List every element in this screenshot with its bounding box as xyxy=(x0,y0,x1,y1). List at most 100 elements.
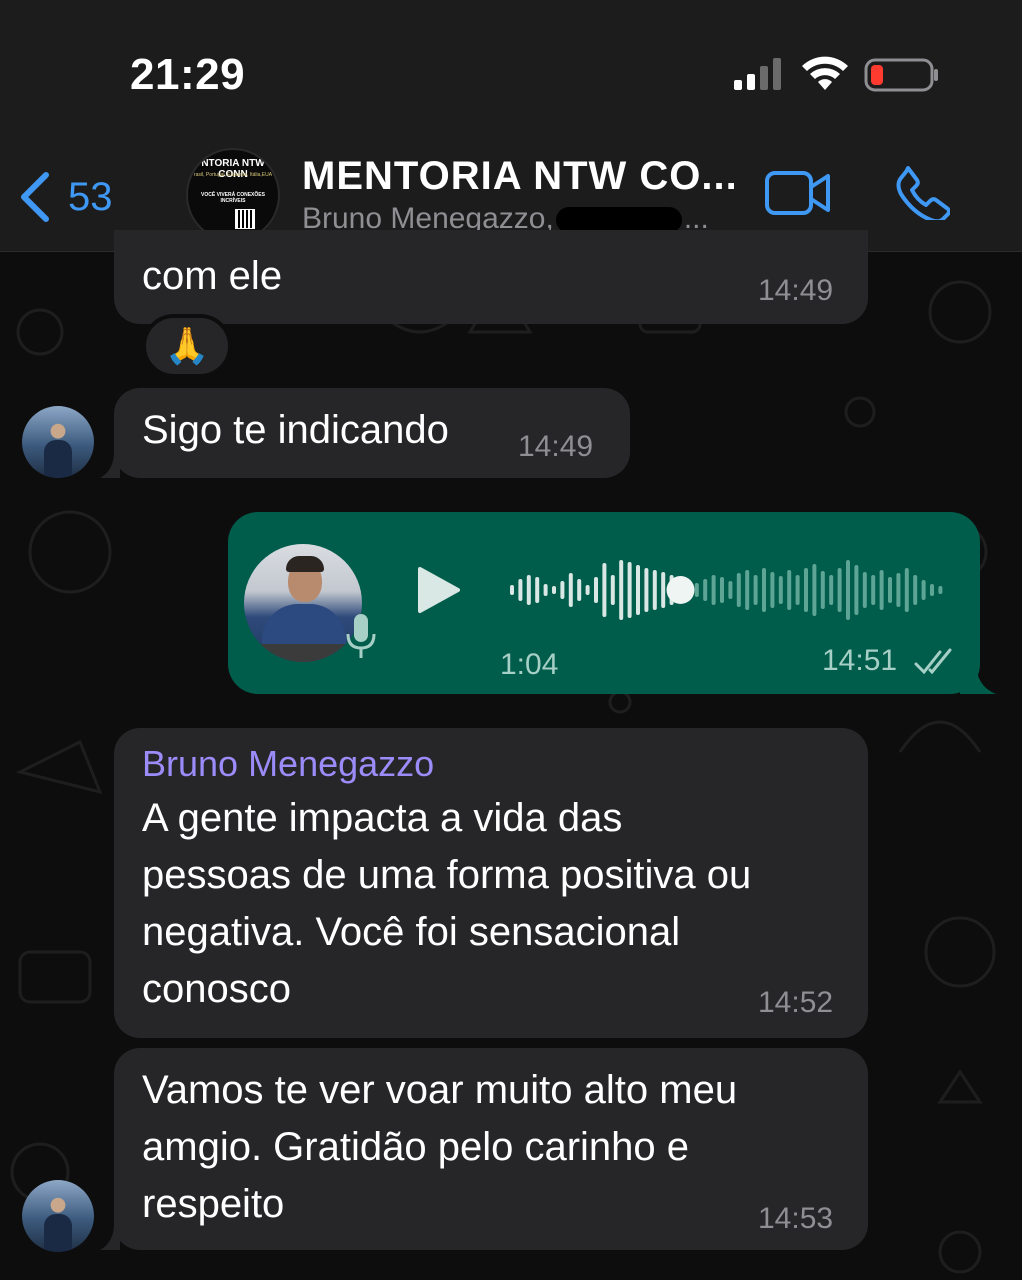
waveform-bar xyxy=(552,586,556,594)
video-call-button[interactable] xyxy=(764,168,832,218)
message-time: 14:52 xyxy=(758,986,834,1019)
playback-scrubber[interactable] xyxy=(666,576,695,604)
waveform-bar xyxy=(778,576,783,604)
voice-call-button[interactable] xyxy=(894,164,950,220)
group-avatar[interactable]: NTORIA NTW CONN rasil, Portugal, Espanha… xyxy=(186,148,280,242)
waveform-bar xyxy=(888,577,892,603)
avatar-text-3: VOCÊ VIVERÁ CONEXÕES INCRÍVEIS xyxy=(201,192,265,204)
waveform-bar xyxy=(904,568,909,612)
message-text: A gente impacta a vida das pessoas de um… xyxy=(142,790,751,1018)
waveform-bar xyxy=(930,584,934,596)
waveform-bar xyxy=(568,573,573,607)
message-line: negativa. Você foi sensacional xyxy=(142,910,681,954)
waveform-bar xyxy=(736,573,741,607)
waveform-bar xyxy=(862,572,867,608)
audio-waveform[interactable] xyxy=(508,558,948,622)
video-camera-icon xyxy=(765,171,830,215)
status-time: 21:29 xyxy=(130,50,246,99)
waveform-bar xyxy=(652,570,657,610)
message-line: conosco xyxy=(142,967,291,1011)
message-bubble-incoming[interactable]: Vamos te ver voar muito alto meu amgio. … xyxy=(114,1048,868,1250)
waveform-bar xyxy=(938,586,943,594)
qr-code-icon xyxy=(235,209,255,229)
sender-name[interactable]: Bruno Menegazzo xyxy=(142,742,434,786)
waveform-bar xyxy=(711,575,716,605)
waveform-bar xyxy=(846,560,850,620)
waveform-bar xyxy=(770,572,775,608)
waveform-bar xyxy=(619,560,624,620)
message-time: 14:49 xyxy=(518,430,594,463)
chat-header: 21:29 53 NTORIA NTW CONN rasil, Portugal… xyxy=(0,0,1022,252)
message-bubble-incoming[interactable]: Sigo te indicando 14:49 xyxy=(114,388,630,478)
message-bubble-incoming[interactable]: com ele 14:49 xyxy=(114,230,868,324)
waveform-bar xyxy=(720,577,724,603)
waveform-bar xyxy=(812,564,817,616)
waveform-bar xyxy=(896,573,901,607)
chevron-left-icon xyxy=(21,172,49,222)
waveform-bar xyxy=(627,562,632,618)
unread-count: 53 xyxy=(68,174,113,219)
message-time: 14:53 xyxy=(758,1202,834,1235)
sender-avatar[interactable] xyxy=(22,1180,94,1252)
waveform-bar xyxy=(787,570,792,610)
waveform-bar xyxy=(854,565,859,615)
waveform-bar xyxy=(820,571,825,609)
waveform-bar xyxy=(829,575,834,605)
waveform-bar xyxy=(535,577,540,603)
status-icons xyxy=(734,56,938,92)
waveform-bar xyxy=(745,570,750,610)
phone-icon xyxy=(896,166,950,220)
message-line: pessoas de uma forma positiva ou xyxy=(142,853,752,897)
message-text: Vamos te ver voar muito alto meu amgio. … xyxy=(142,1062,737,1233)
signal-icon xyxy=(734,58,781,90)
waveform-bar xyxy=(661,572,666,608)
message-line: A gente impacta a vida das xyxy=(142,796,623,840)
double-check-icon xyxy=(914,648,952,675)
waveform-bar xyxy=(913,575,918,605)
waveform-bar xyxy=(510,585,514,595)
back-button[interactable]: 53 xyxy=(18,165,113,229)
waveform-bar xyxy=(602,563,607,617)
waveform-bar xyxy=(871,575,876,605)
message-time: 14:49 xyxy=(758,274,834,307)
waveform-bar xyxy=(585,585,590,595)
waveform-bar xyxy=(795,575,800,605)
message-time: 14:51 xyxy=(822,644,898,677)
waveform-bar xyxy=(644,568,649,612)
message-text: Sigo te indicando xyxy=(142,408,449,452)
waveform-bar xyxy=(762,568,766,612)
waveform-bar xyxy=(837,568,842,612)
waveform-bar xyxy=(728,581,733,599)
message-line: respeito xyxy=(142,1182,285,1226)
voice-duration: 1:04 xyxy=(500,648,559,681)
waveform-bar xyxy=(879,570,884,610)
sender-avatar[interactable] xyxy=(22,406,94,478)
group-title[interactable]: MENTORIA NTW CO... xyxy=(302,154,738,199)
message-line: amgio. Gratidão pelo carinho e xyxy=(142,1125,689,1169)
waveform-bar xyxy=(921,580,926,600)
waveform-bar xyxy=(560,581,565,599)
avatar-text-2: rasil, Portugal, Espanha, Itália,EUA xyxy=(193,172,273,178)
waveform-bar xyxy=(636,565,640,615)
wifi-icon xyxy=(802,56,848,90)
message-reaction[interactable]: 🙏 xyxy=(142,314,232,378)
play-icon[interactable] xyxy=(416,566,460,614)
message-line: Vamos te ver voar muito alto meu xyxy=(142,1068,738,1112)
waveform-bar xyxy=(577,579,582,601)
waveform-bar xyxy=(703,579,708,601)
avatar-hair xyxy=(286,556,324,572)
microphone-icon xyxy=(346,614,376,658)
bubble-tail xyxy=(960,662,996,694)
waveform-bar xyxy=(694,583,699,597)
message-text: com ele xyxy=(142,254,283,298)
voice-message-outgoing[interactable]: 1:04 14:51 xyxy=(228,512,980,694)
battery-icon xyxy=(864,58,938,92)
waveform-bar xyxy=(610,575,615,605)
waveform-bar xyxy=(543,584,548,596)
waveform-bar xyxy=(753,575,758,605)
waveform-bar xyxy=(526,575,531,605)
message-bubble-incoming[interactable]: Bruno Menegazzo A gente impacta a vida d… xyxy=(114,728,868,1038)
waveform-bar xyxy=(804,568,808,612)
waveform-bar xyxy=(518,579,523,601)
waveform-bar xyxy=(594,577,598,603)
